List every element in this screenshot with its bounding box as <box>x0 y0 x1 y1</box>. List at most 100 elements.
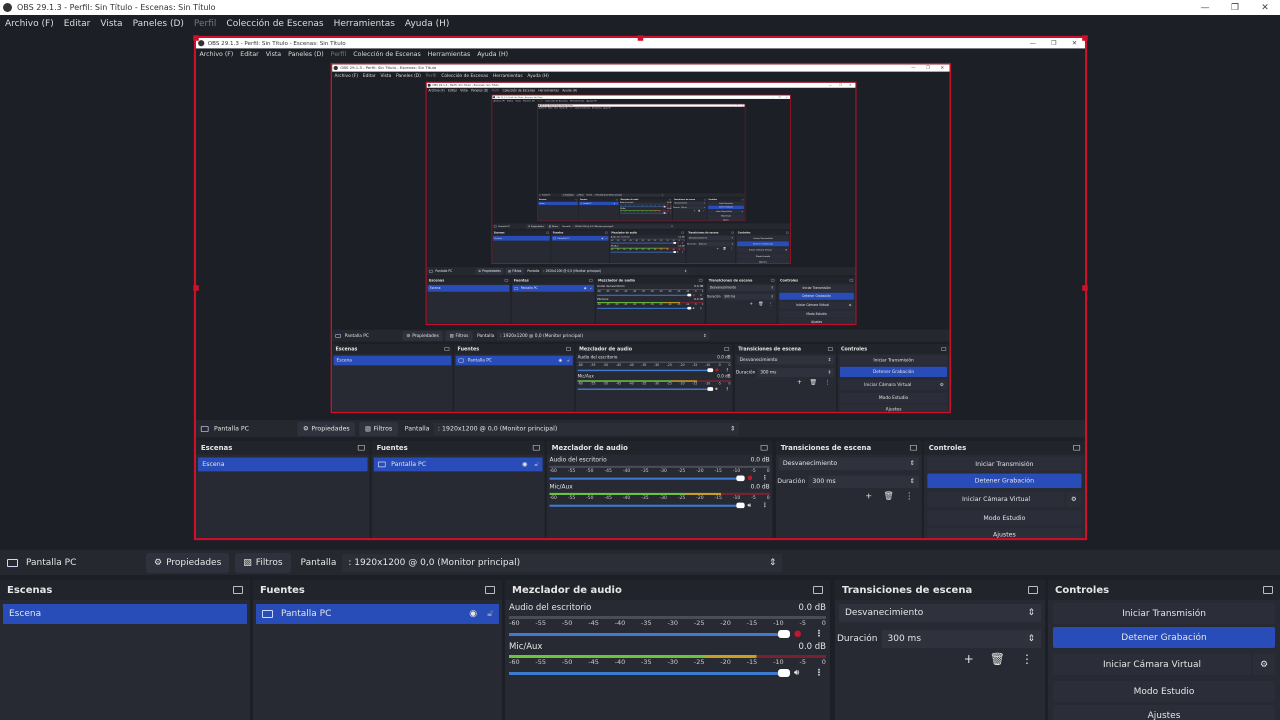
display-select[interactable]: : 1920x1200 @ 0,0 (Monitor principal) ⇕ <box>497 331 710 341</box>
lock-icon[interactable]: 🔓︎ <box>534 461 538 468</box>
volume-slider[interactable] <box>509 629 790 638</box>
source-item[interactable]: Pantalla PC ◉ 🔓︎ <box>455 355 573 366</box>
lock-icon[interactable]: 🔓︎ <box>487 609 493 619</box>
volume-slider[interactable] <box>597 293 692 297</box>
close-button[interactable]: ✕ <box>845 84 855 87</box>
slider-handle[interactable] <box>673 250 677 253</box>
eye-icon[interactable]: ◉ <box>601 237 603 239</box>
muted-speaker-icon[interactable]: ● <box>747 475 755 482</box>
more-icon[interactable]: ⋮ <box>769 301 773 306</box>
start-streaming-button[interactable]: Iniciar Transmisión <box>1053 603 1275 624</box>
settings-button[interactable]: Ajustes <box>737 259 789 263</box>
menu-editar[interactable]: Editar <box>448 89 457 92</box>
start-virtual-camera-button[interactable]: Iniciar Cámara Virtual <box>840 379 936 390</box>
display-select[interactable]: : 1920x1200 @ 0,0 (Monitor principal) ⇕ <box>571 224 675 229</box>
more-icon[interactable]: ⋮ <box>730 247 733 250</box>
duration-input[interactable]: 300 ms ⇕ <box>697 242 735 247</box>
more-icon[interactable]: ⋮ <box>699 306 704 309</box>
slider-handle[interactable] <box>687 306 692 310</box>
undock-icon[interactable] <box>741 198 744 201</box>
display-select[interactable]: : 1920x1200 @ 0,0 (Monitor principal) ⇕ <box>541 268 689 275</box>
minimize-button[interactable]: — <box>825 84 835 87</box>
minimize-button[interactable]: — <box>1022 40 1043 47</box>
menu-editar[interactable]: Editar <box>363 74 376 79</box>
menu-paneles[interactable]: Paneles (D) <box>471 89 488 92</box>
stop-recording-button[interactable]: Detener Grabación <box>737 241 789 247</box>
undock-icon[interactable] <box>589 279 593 282</box>
slider-handle[interactable] <box>778 668 790 677</box>
maximize-button[interactable]: ❐ <box>1220 3 1250 13</box>
speaker-icon[interactable]: 🔊︎ <box>747 502 755 509</box>
slider-handle[interactable] <box>663 205 666 208</box>
speaker-icon[interactable]: 🔊︎ <box>666 212 668 214</box>
duration-input[interactable]: 300 ms ⇕ <box>808 475 919 489</box>
source-item[interactable]: Pantalla PC ◉ 🔓︎ <box>551 235 609 241</box>
maximize-button[interactable]: ❐ <box>835 84 845 87</box>
add-icon[interactable]: + <box>694 210 696 212</box>
menu-herramientas[interactable]: Herramientas <box>570 100 584 102</box>
more-icon[interactable]: ⋮ <box>812 668 826 678</box>
stop-recording-button[interactable]: Detener Grabación <box>779 292 854 300</box>
undock-icon[interactable] <box>669 198 671 201</box>
properties-button[interactable]: ⚙ Propiedades <box>526 223 546 229</box>
slider-handle[interactable] <box>673 241 677 244</box>
menu-ayuda[interactable]: Ayuda (H) <box>527 74 548 79</box>
duration-input[interactable]: 300 ms ⇕ <box>881 630 1041 648</box>
volume-slider[interactable] <box>549 475 745 481</box>
menu-ayuda[interactable]: Ayuda (H) <box>562 89 577 92</box>
speaker-icon[interactable]: 🔊︎ <box>677 251 680 253</box>
menu-ayuda[interactable]: Ayuda (H) <box>477 51 508 58</box>
start-streaming-button[interactable]: Iniciar Transmisión <box>737 235 789 241</box>
menu-paneles[interactable]: Paneles (D) <box>288 51 324 58</box>
undock-icon[interactable] <box>485 586 495 594</box>
start-virtual-camera-button[interactable]: Iniciar Cámara Virtual <box>737 247 784 253</box>
transition-select[interactable]: Desvanecimiento ⇕ <box>839 604 1041 622</box>
studio-mode-button[interactable]: Modo Estudio <box>927 510 1082 526</box>
studio-mode-button[interactable]: Modo Estudio <box>737 253 789 259</box>
volume-slider[interactable] <box>549 502 745 508</box>
preview-canvas[interactable]: OBS 29.1.3 - Perfil: Sin Título - Escena… <box>332 80 950 329</box>
undock-icon[interactable] <box>760 444 768 451</box>
stop-recording-button[interactable]: Detener Grabación <box>840 366 948 377</box>
undock-icon[interactable] <box>849 279 854 282</box>
undock-icon[interactable] <box>504 279 509 282</box>
menu-archivo[interactable]: Archivo (F) <box>335 74 358 79</box>
start-virtual-camera-button[interactable]: Iniciar Cámara Virtual <box>927 492 1065 507</box>
start-virtual-camera-button[interactable]: Iniciar Cámara Virtual <box>708 209 741 214</box>
studio-mode-button[interactable]: Modo Estudio <box>1053 681 1275 702</box>
transition-select[interactable]: Desvanecimiento ⇕ <box>707 285 776 292</box>
settings-button[interactable]: Ajustes <box>708 218 744 221</box>
virtual-camera-settings-icon[interactable]: ⚙ <box>1066 492 1082 507</box>
stop-recording-button[interactable]: Detener Grabación <box>1053 627 1275 648</box>
add-icon[interactable]: + <box>749 301 752 306</box>
filters-button[interactable]: ▧ Filtros <box>547 223 560 229</box>
duration-input[interactable]: 300 ms ⇕ <box>721 293 776 300</box>
close-button[interactable]: ✕ <box>1250 3 1280 13</box>
undock-icon[interactable] <box>616 198 618 201</box>
preview-canvas[interactable] <box>537 109 745 193</box>
settings-button[interactable]: Ajustes <box>927 527 1082 539</box>
undock-icon[interactable] <box>444 347 450 351</box>
menu-archivo[interactable]: Archivo (F) <box>5 19 54 29</box>
trash-icon[interactable]: 🗑︎ <box>883 491 894 501</box>
slider-handle[interactable] <box>687 293 692 297</box>
stop-recording-button[interactable]: Detener Grabación <box>927 473 1082 489</box>
preview-canvas[interactable]: OBS 29.1.3 - Perfil: Sin Título - Escena… <box>492 103 791 223</box>
undock-icon[interactable] <box>1028 586 1038 594</box>
undock-icon[interactable] <box>1073 444 1081 451</box>
menu-editar[interactable]: Editar <box>64 19 91 29</box>
virtual-camera-settings-icon[interactable]: ⚙ <box>740 209 744 214</box>
menu-perfil[interactable]: Perfil <box>194 19 217 29</box>
resize-handle[interactable] <box>193 285 199 291</box>
virtual-camera-settings-icon[interactable]: ⚙ <box>783 247 789 253</box>
speaker-icon[interactable]: 🔊︎ <box>693 306 697 309</box>
slider-handle[interactable] <box>707 386 714 391</box>
filters-button[interactable]: ▧ Filtros <box>505 267 524 275</box>
undock-icon[interactable] <box>941 347 947 351</box>
studio-mode-button[interactable]: Modo Estudio <box>708 214 744 218</box>
undock-icon[interactable] <box>233 586 243 594</box>
undock-icon[interactable] <box>681 231 684 234</box>
add-icon[interactable]: + <box>964 652 974 666</box>
trash-icon[interactable]: 🗑︎ <box>698 210 700 212</box>
display-select[interactable]: : 1920x1200 @ 0,0 (Monitor principal) ⇕ <box>593 193 665 197</box>
